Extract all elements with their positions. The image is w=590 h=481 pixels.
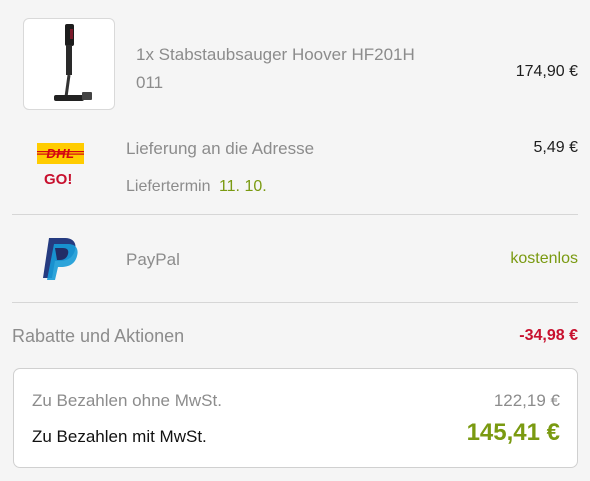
paypal-icon [40, 236, 80, 287]
payment-price: kostenlos [510, 250, 578, 267]
product-thumbnail[interactable] [23, 18, 115, 110]
delivery-label: Lieferung an die Adresse [126, 139, 315, 158]
net-total-label: Zu Bezahlen ohne MwSt. [32, 391, 222, 410]
payment-label: PayPal [126, 250, 180, 269]
discount-label: Rabatte und Aktionen [12, 326, 185, 346]
delivery-date-value: 11. 10. [218, 178, 267, 195]
payment-summary: Zu Bezahlen ohne MwSt. 122,19 € Zu Bezah… [13, 368, 578, 468]
dhl-go-text: GO! [44, 171, 73, 188]
delivery-date-label: Liefertermin [126, 178, 211, 195]
divider [12, 214, 578, 215]
product-price: 174,90 € [515, 63, 578, 80]
stick-vacuum-icon [54, 24, 92, 101]
delivery-date: Liefertermin 11. 10. [126, 178, 267, 196]
discount-value: -34,98 € [519, 327, 578, 344]
net-total-value: 122,19 € [493, 391, 560, 410]
dhl-logo-text: DHL [46, 146, 75, 161]
divider [12, 302, 578, 303]
gross-total-value: 145,41 € [466, 419, 560, 446]
delivery-price: 5,49 € [533, 139, 578, 156]
dhl-logo: DHL [37, 143, 84, 164]
gross-total-label: Zu Bezahlen mit MwSt. [32, 427, 207, 446]
product-name[interactable]: 1x Stabstaubsauger Hoover HF201H 011 [136, 41, 436, 97]
